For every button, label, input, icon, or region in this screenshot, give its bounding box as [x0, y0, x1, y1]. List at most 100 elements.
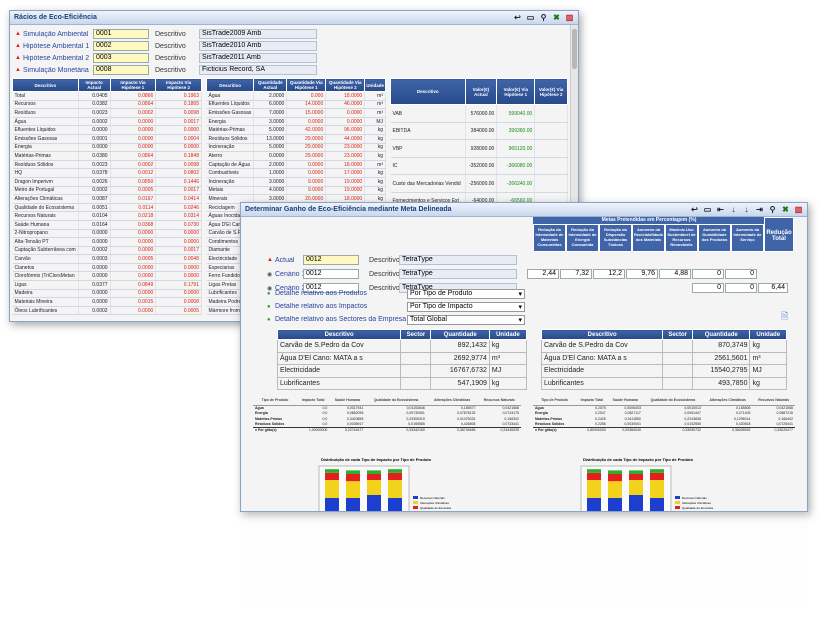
new-document-icon[interactable]: ▭ — [526, 13, 535, 22]
scenario-code-input[interactable]: 0012 — [303, 255, 359, 265]
meta-value-input[interactable]: 0 — [692, 269, 724, 279]
column-header[interactable]: Descritivo — [390, 77, 466, 106]
table-row[interactable]: Resíduos 0.0023 0.0002 0.0098 — [12, 108, 202, 118]
search-icon[interactable]: ⚲ — [539, 13, 548, 22]
table-row[interactable]: Efluentes Líquidos 6.0000 14.0000 46.0000 m³ — [206, 100, 386, 110]
table-row[interactable]: Electricidade 16767,6732 MJ — [276, 364, 528, 378]
undo-icon[interactable]: ↩ — [690, 205, 699, 214]
table-row[interactable]: HQ 0.0378 0.0012 0.0802 — [12, 168, 202, 178]
table-row[interactable]: Electricidade 15540,2795 MJ — [540, 364, 787, 378]
table-row[interactable]: Matérias-Primas 0.0380 0.0864 0.1848 — [12, 151, 202, 161]
column-header[interactable]: Quantidade Actual — [253, 78, 288, 92]
chevron-down-icon[interactable]: ▾ — [518, 290, 522, 298]
table-row[interactable]: Carvão de S.Pedro da Cov 892,1432 kg — [276, 339, 528, 353]
table-row[interactable]: Recursos Naturais 0.0104 0.0218 0.0314 — [12, 211, 202, 221]
move-down-alt-icon[interactable]: ↓ — [742, 205, 751, 214]
meta-value-input[interactable]: 9,76 — [626, 269, 658, 279]
chevron-down-icon[interactable]: ▾ — [518, 316, 522, 324]
table-row[interactable]: 2-Nitropropano 0.0000 0.0000 0.0000 — [12, 229, 202, 239]
table-row[interactable]: Dragon Imperivm 0.0026 0.0850 0.1446 — [12, 177, 202, 187]
table-row[interactable]: Total 0.0405 0.0866 0.1963 — [12, 91, 202, 101]
table-row[interactable]: Saúde Humana 0.0164 0.0368 0.0730 — [12, 220, 202, 230]
code-input[interactable]: 0001 — [93, 29, 149, 39]
table-row[interactable]: Carvão 0.0003 0.0005 0.0048 — [12, 254, 202, 264]
table-row[interactable]: VBP 928000.00 965120.00 — [390, 139, 568, 158]
table-row[interactable]: Incineração 5.0000 29.0000 23.0000 kg — [206, 143, 386, 153]
table-row[interactable]: Combustíveis 1.0000 0.0000 17.0000 kg — [206, 168, 386, 178]
table-row[interactable]: Metro de Portugal 0.0002 0.0005 0.0017 — [12, 186, 202, 196]
table-row[interactable]: VAB 576000.00 599040.00 — [390, 104, 568, 123]
table-row[interactable]: Matérias-Primas 5.0000 42.0000 96.0000 kg — [206, 125, 386, 135]
detail-select[interactable]: Por Tipo de Produto ▾ — [407, 288, 525, 299]
column-header[interactable]: Quantidade Via Hipótese 1 — [286, 78, 327, 92]
meta-value-input[interactable]: 12,2 — [593, 269, 625, 279]
scrollbar-thumb[interactable] — [572, 29, 577, 69]
new-document-icon[interactable]: ▭ — [703, 205, 712, 214]
table-row[interactable]: Resíduos Sólidos 13.0000 29.0000 44.0000 kg — [206, 134, 386, 144]
table-row[interactable]: Energia 0.0000 0.0000 0.0000 — [12, 143, 202, 153]
column-header[interactable]: Impacto Actual — [77, 78, 111, 92]
column-header[interactable]: Sector — [400, 329, 432, 340]
table-row[interactable]: Água 0.0002 0.0000 0.0017 — [12, 117, 202, 127]
table-row[interactable]: Emissões Gasosas 7.0000 15.0000 0.0000 m³ — [206, 108, 386, 118]
table-row[interactable]: Clorofórmio (TriClorsMetan 0.0000 0.0000 0.… — [12, 271, 202, 282]
meta-value-input[interactable]: 0 — [725, 283, 757, 293]
column-header[interactable]: Descritivo — [12, 78, 79, 92]
column-header[interactable]: Quantidade Via Hipótese 2 — [325, 78, 366, 92]
table-row[interactable]: Captação de Água 2.0000 0.0000 18.0000 m³ — [206, 160, 386, 170]
chart-icon[interactable]: ▥ — [565, 13, 574, 22]
table-row[interactable]: Óleos Lubrificantes 0.0002 0.0000 0.0005 — [12, 306, 202, 316]
table-row[interactable]: Recursos 0.0382 0.0864 0.1865 — [12, 100, 202, 110]
column-header[interactable]: Descritivo — [276, 329, 402, 340]
table-row[interactable]: Emissões Gasosas 0.0001 0.0000 0.0004 — [12, 134, 202, 144]
chart-icon[interactable]: ▥ — [794, 205, 803, 214]
document-icon[interactable]: 🗎 — [781, 309, 788, 325]
first-record-icon[interactable]: ⇤ — [716, 205, 725, 214]
table-row[interactable]: Energia 3.0000 0.0000 0.0000 MJ — [206, 117, 386, 127]
scenario-radio[interactable]: ◉ — [267, 271, 275, 278]
table-row[interactable]: Materiais Mineira 0.0000 0.0015 0.0008 — [12, 297, 202, 307]
move-down-icon[interactable]: ↓ — [729, 205, 738, 214]
code-input[interactable]: 0003 — [93, 53, 149, 63]
code-input[interactable]: 0008 — [93, 65, 149, 75]
column-header[interactable]: Quantidade — [430, 329, 490, 340]
table-row[interactable]: Qualidade do Ecossistema 0.0051 0.0114 0.02… — [12, 203, 202, 213]
table-row[interactable]: Água D'El Cano: MATA a s 2692,9774 m³ — [276, 351, 528, 365]
table-row[interactable]: Resíduos Sólidos 0.0023 0.0002 0.0098 — [12, 160, 202, 170]
detail-select[interactable]: Total Global ▾ — [407, 314, 525, 325]
meta-value-input[interactable]: 7,32 — [560, 269, 592, 279]
table-row[interactable]: Lubrificantes 547,1909 kg — [276, 376, 528, 390]
table-row[interactable]: Alterações Climáticas 0.0087 0.0167 0.0414 — [12, 194, 202, 204]
column-header[interactable]: Unidade — [749, 329, 787, 340]
table-row[interactable]: Água 2.0000 0.000 18.0000 m³ — [206, 91, 386, 101]
column-header[interactable]: Impacto Via Hipótese 2 — [155, 78, 202, 92]
table-row[interactable]: Cianetos 0.0000 0.0000 0.0000 — [12, 263, 202, 273]
table-row[interactable]: Custo das Mercadorias Vendid -256000.00 -2… — [390, 174, 568, 193]
column-header[interactable]: Unidade — [364, 78, 386, 92]
column-header[interactable]: Impacto Via Hipótese 1 — [109, 78, 157, 92]
code-input[interactable]: 0002 — [93, 41, 149, 51]
meta-value-input[interactable]: 4,88 — [659, 269, 691, 279]
table-row[interactable]: Lubrificantes 493,7850 kg — [540, 376, 787, 390]
column-header[interactable]: Quantidade — [692, 329, 751, 340]
chevron-down-icon[interactable]: ▾ — [518, 303, 522, 311]
column-header[interactable]: Unidade — [488, 329, 528, 340]
undo-icon[interactable]: ↩ — [513, 13, 522, 22]
column-header[interactable]: Sector — [662, 329, 694, 340]
table-row[interactable]: Metais 4.0000 9.0000 19.0000 kg — [206, 186, 386, 196]
last-record-icon[interactable]: ⇥ — [755, 205, 764, 214]
export-excel-icon[interactable]: ✖ — [781, 205, 790, 214]
table-row[interactable]: EBITDA 384000.00 399360.00 — [390, 122, 568, 141]
table-row[interactable]: Ligas 0.0377 0.0849 0.1791 — [12, 280, 202, 290]
table-row[interactable]: IC -352000.00 -366080.00 — [390, 157, 568, 176]
column-header[interactable]: Valor(€) Actual — [464, 77, 498, 106]
scenario-code-input[interactable]: 0012 — [303, 269, 359, 279]
meta-value-input[interactable]: 0 — [692, 283, 724, 293]
meta-value-input[interactable]: 2,44 — [527, 269, 559, 279]
detail-select[interactable]: Por Tipo de Impacto ▾ — [407, 301, 525, 312]
table-row[interactable]: Água D'El Cano: MATA a s 2561,5601 m³ — [540, 351, 787, 365]
table-row[interactable]: Aterro 0.0000 29.0000 23.0000 kg — [206, 151, 386, 161]
search-icon[interactable]: ⚲ — [768, 205, 777, 214]
export-excel-icon[interactable]: ✖ — [552, 13, 561, 22]
column-header[interactable]: Descritivo — [205, 78, 255, 92]
